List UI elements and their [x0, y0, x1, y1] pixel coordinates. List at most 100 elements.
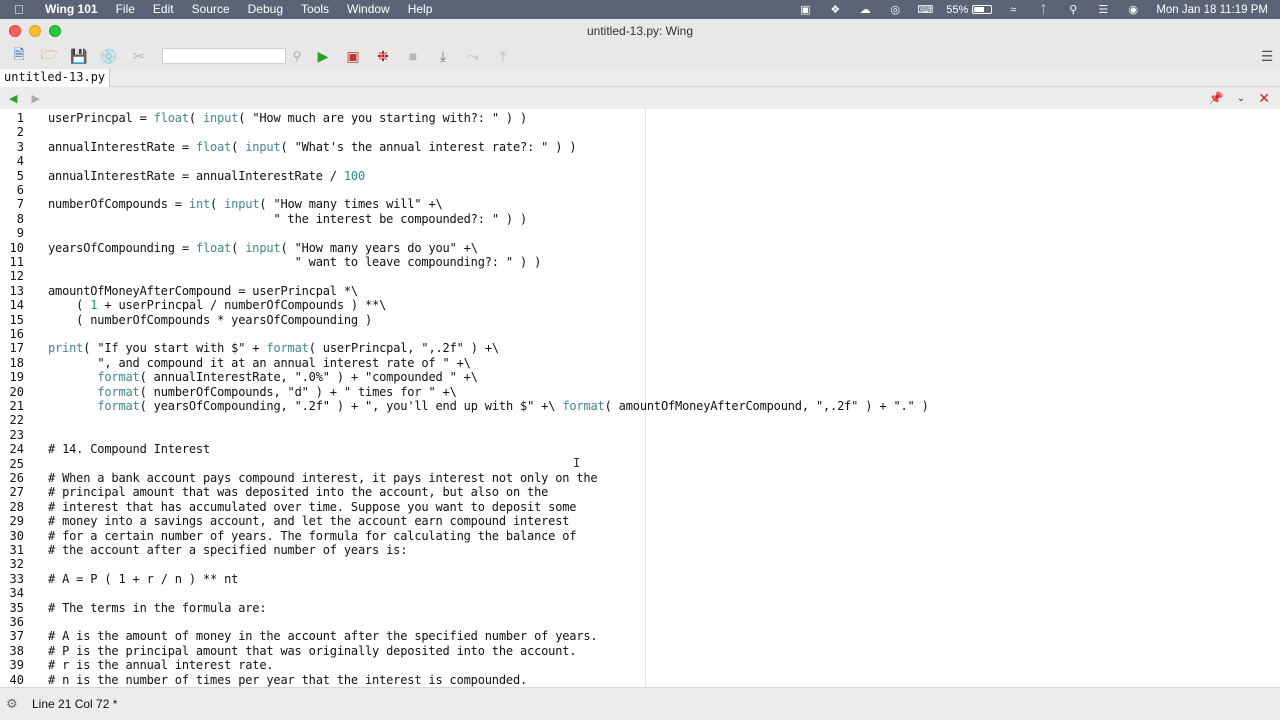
- code-line[interactable]: format( yearsOfCompounding, ".2f" ) + ",…: [48, 399, 929, 413]
- code-line[interactable]: # A is the amount of money in the accoun…: [48, 629, 598, 643]
- tab-untitled-13[interactable]: untitled-13.py: [0, 69, 111, 87]
- screen-record-icon[interactable]: ▣: [790, 3, 820, 16]
- window-zoom-button[interactable]: [49, 25, 61, 37]
- code-line[interactable]: annualInterestRate = float( input( "What…: [48, 140, 577, 154]
- line-number: 3: [16, 139, 24, 154]
- code-line[interactable]: " want to leave compounding?: " ) ): [48, 255, 542, 269]
- code-line[interactable]: format( annualInterestRate, ".0%" ) + "c…: [48, 370, 478, 384]
- code-line[interactable]: # 14. Compound Interest: [48, 442, 210, 456]
- line-number: 5: [16, 168, 24, 183]
- siri-icon[interactable]: ◉: [1118, 3, 1148, 16]
- close-editor-icon[interactable]: ✕: [1258, 90, 1270, 107]
- line-number: 15: [9, 312, 24, 327]
- code-line[interactable]: numberOfCompounds = int( input( "How man…: [48, 197, 443, 211]
- wifi-icon[interactable]: ≈: [998, 4, 1028, 16]
- line-number: 31: [9, 543, 24, 557]
- code-line[interactable]: # The terms in the formula are:: [48, 601, 267, 615]
- code-line[interactable]: ( 1 + userPrincpal / numberOfCompounds )…: [48, 298, 386, 312]
- line-number: 29: [9, 514, 24, 529]
- line-number: 21: [9, 399, 24, 413]
- line-number: 34: [9, 586, 24, 601]
- code-area[interactable]: userPrincpal = float( input( "How much a…: [48, 109, 1280, 687]
- code-line[interactable]: # P is the principal amount that was ori…: [48, 644, 577, 658]
- code-line[interactable]: " the interest be compounded?: " ) ): [48, 212, 527, 226]
- menu-file[interactable]: File: [107, 0, 144, 19]
- code-line[interactable]: ( numberOfCompounds * yearsOfCompounding…: [48, 313, 372, 327]
- line-number: 40: [9, 672, 24, 687]
- code-line[interactable]: # When a bank account pays compound inte…: [48, 471, 598, 485]
- line-number: 27: [9, 485, 24, 500]
- window-close-button[interactable]: [9, 25, 21, 37]
- code-line[interactable]: print( "If you start with $" + format( u…: [48, 341, 499, 355]
- chevron-down-icon[interactable]: ⌄: [1237, 93, 1245, 104]
- save-icon[interactable]: 💾: [64, 45, 94, 67]
- code-line[interactable]: # A = P ( 1 + r / n ) ** nt: [48, 572, 238, 586]
- line-number: 23: [9, 427, 24, 442]
- code-editor[interactable]: 1 2 3 4 5 6 7 8 9 10 11 12 13 14 15 16 17 18 19 20 21 22 23 24 2…: [0, 109, 1280, 687]
- run-icon[interactable]: ▶: [308, 45, 338, 67]
- settings-gear-icon[interactable]: ⚙: [6, 696, 26, 712]
- code-line[interactable]: yearsOfCompounding = float( input( "How …: [48, 241, 478, 255]
- step-out-icon[interactable]: ⤒: [488, 45, 518, 67]
- code-line[interactable]: amountOfMoneyAfterCompound = userPrincpa…: [48, 284, 358, 298]
- bluetooth-icon[interactable]: ᛏ: [1028, 4, 1058, 16]
- code-line[interactable]: # for a certain number of years. The for…: [48, 529, 577, 543]
- line-number: 10: [9, 240, 24, 255]
- menu-edit[interactable]: Edit: [144, 0, 183, 19]
- step-over-icon[interactable]: ⤳: [458, 45, 488, 67]
- keyboard-icon[interactable]: ⌨: [910, 3, 940, 16]
- line-number: 33: [9, 571, 24, 586]
- line-number: 32: [9, 557, 24, 572]
- line-number: 19: [9, 370, 24, 385]
- code-line[interactable]: # principal amount that was deposited in…: [48, 485, 548, 499]
- code-line[interactable]: # r is the annual interest rate.: [48, 658, 274, 672]
- code-line[interactable]: # interest that has accumulated over tim…: [48, 500, 577, 514]
- menu-source[interactable]: Source: [183, 0, 239, 19]
- line-number: 18: [9, 355, 24, 370]
- apple-icon[interactable]: : [14, 2, 36, 17]
- spotlight-icon[interactable]: ⚲: [1058, 3, 1088, 16]
- menu-help[interactable]: Help: [399, 0, 442, 19]
- airplay-icon[interactable]: ◎: [880, 3, 910, 16]
- code-line[interactable]: # the account after a specified number o…: [48, 543, 407, 557]
- debug-file-icon[interactable]: ▣: [338, 45, 368, 67]
- forward-arrow-icon[interactable]: ▶: [31, 92, 39, 105]
- back-arrow-icon[interactable]: ◀: [9, 92, 17, 105]
- search-icon[interactable]: ⚲: [286, 49, 308, 63]
- line-number: 17: [9, 341, 24, 356]
- step-into-icon[interactable]: ⤓: [428, 45, 458, 67]
- code-line[interactable]: userPrincpal = float( input( "How much a…: [48, 111, 527, 125]
- cut-icon[interactable]: ✂: [124, 45, 154, 67]
- code-line[interactable]: ", and compound it at an annual interest…: [48, 356, 471, 370]
- new-file-icon[interactable]: 🗎: [4, 45, 34, 67]
- pin-icon[interactable]: 📌: [1209, 91, 1224, 105]
- cloud-icon[interactable]: ☁: [850, 3, 880, 16]
- battery-icon: [972, 5, 993, 14]
- toolbar-search-input[interactable]: [162, 48, 286, 64]
- menu-app-wing[interactable]: Wing 101: [36, 0, 107, 19]
- line-number: 20: [9, 384, 24, 399]
- battery-status[interactable]: 55%: [940, 4, 998, 16]
- status-bar: ⚙ Line 21 Col 72 *: [0, 687, 1280, 720]
- code-line[interactable]: annualInterestRate = annualInterestRate …: [48, 169, 365, 183]
- menu-tools[interactable]: Tools: [292, 0, 338, 19]
- save-all-icon[interactable]: 💿: [94, 45, 124, 67]
- menubar-clock[interactable]: Mon Jan 18 11:19 PM: [1148, 4, 1280, 16]
- dropbox-icon[interactable]: ❖: [820, 3, 850, 16]
- bug-icon[interactable]: ❉: [368, 45, 398, 67]
- line-number: 7: [16, 197, 24, 212]
- menu-debug[interactable]: Debug: [239, 0, 292, 19]
- window-minimize-button[interactable]: [29, 25, 41, 37]
- line-number: 13: [9, 283, 24, 298]
- open-folder-icon[interactable]: 🗁: [34, 45, 64, 67]
- toolbar-menu-icon[interactable]: ☰: [1254, 48, 1280, 65]
- code-line[interactable]: format( numberOfCompounds, "d" ) + " tim…: [48, 385, 457, 399]
- stop-icon[interactable]: ■: [398, 45, 428, 67]
- menu-window[interactable]: Window: [338, 0, 399, 19]
- line-number: 11: [9, 255, 24, 269]
- control-center-icon[interactable]: ☰: [1088, 3, 1118, 16]
- toolbar: 🗎 🗁 💾 💿 ✂ ⚲ ▶ ▣ ❉ ■ ⤓ ⤳ ⤒ ☰: [0, 43, 1280, 69]
- code-line[interactable]: # money into a savings account, and let …: [48, 514, 569, 528]
- line-number: 14: [9, 298, 24, 313]
- code-line[interactable]: # n is the number of times per year that…: [48, 673, 527, 687]
